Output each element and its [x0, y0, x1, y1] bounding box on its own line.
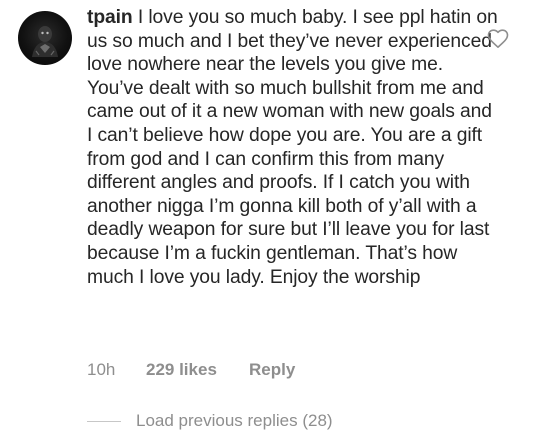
comment-text: I love you so much baby. I see ppl hatin…	[87, 7, 498, 288]
comment-body: tpain I love you so much baby. I see ppl…	[87, 6, 502, 289]
avatar[interactable]	[18, 11, 72, 65]
load-previous-replies-label: Load previous replies (28)	[136, 411, 333, 430]
comment: tpain I love you so much baby. I see ppl…	[0, 0, 540, 434]
comment-username[interactable]: tpain	[87, 7, 133, 28]
likes-count-button[interactable]: 229 likes	[146, 358, 217, 382]
profile-avatar-icon	[32, 26, 58, 57]
heart-outline-icon	[487, 29, 509, 48]
comment-timestamp: 10h	[87, 360, 116, 379]
like-button[interactable]	[486, 27, 510, 51]
replies-divider	[87, 421, 121, 422]
reply-button[interactable]: Reply	[249, 358, 295, 382]
